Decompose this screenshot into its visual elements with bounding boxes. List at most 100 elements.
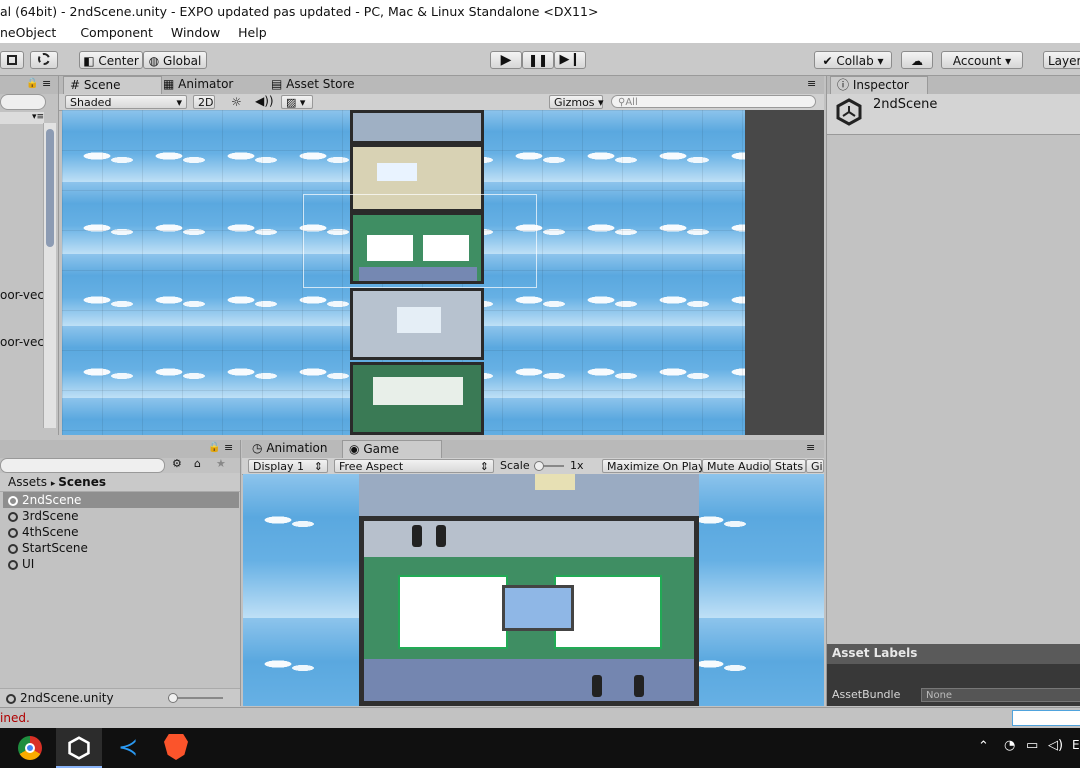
gizmos-dropdown[interactable]: Gizmos ▾: [549, 95, 604, 109]
chrome-icon[interactable]: [18, 736, 42, 760]
rect-tool-icon: [7, 55, 17, 65]
game-gizmos-dropdown[interactable]: Gi: [806, 459, 824, 473]
chevron-up-icon[interactable]: ⌃: [978, 739, 989, 754]
hierarchy-create-dropdown[interactable]: ▾≡: [0, 112, 44, 124]
language-indicator[interactable]: E: [1072, 738, 1080, 752]
panel-menu-icon[interactable]: ≡: [807, 77, 816, 90]
hierarchy-item[interactable]: oor-vec: [0, 288, 44, 302]
tag-icon[interactable]: ⌂: [194, 457, 201, 470]
tab-game[interactable]: ◉ Game: [342, 440, 442, 458]
menu-icon[interactable]: ≡: [42, 77, 51, 90]
unity-logo-icon: [835, 98, 863, 126]
audio-icon[interactable]: ◀)): [255, 94, 274, 108]
tab-inspector[interactable]: ⓘ Inspector: [830, 76, 928, 94]
slider-thumb[interactable]: [168, 693, 178, 703]
space-global-toggle[interactable]: ◍ Global: [143, 51, 207, 69]
display-label: Display 1: [253, 460, 305, 473]
window-decor: [373, 377, 463, 405]
window-title-bar: al (64bit) - 2ndScene.unity - EXPO updat…: [0, 0, 1080, 23]
account-dropdown[interactable]: Account ▾: [941, 51, 1023, 69]
menu-window[interactable]: Window: [171, 25, 220, 40]
shading-dropdown[interactable]: Shaded ▾: [65, 95, 187, 109]
unity-scene-icon: [8, 528, 18, 538]
display-dropdown[interactable]: Display 1 ⇕: [248, 459, 328, 473]
scene-viewport[interactable]: [62, 110, 745, 435]
wifi-icon[interactable]: ◔: [1004, 738, 1015, 753]
tab-asset-store[interactable]: ▤ Asset Store: [265, 76, 361, 93]
stats-toggle[interactable]: Stats: [770, 459, 806, 473]
2d-label: 2D: [198, 96, 214, 109]
battery-icon[interactable]: ▭: [1026, 738, 1038, 753]
collab-label: Collab: [836, 54, 874, 68]
list-item[interactable]: StartScene: [8, 540, 88, 556]
stats-label: Stats: [775, 460, 804, 473]
scene-tab-icon: #: [70, 78, 81, 92]
asset-bundle-dropdown[interactable]: None: [921, 688, 1080, 702]
play-button[interactable]: ▶: [490, 51, 522, 69]
aspect-label: Free Aspect: [339, 460, 404, 473]
icon-size-slider[interactable]: [168, 693, 223, 703]
building-floor: [350, 362, 484, 435]
account-label: Account: [952, 54, 1002, 68]
list-item[interactable]: 3rdScene: [8, 508, 79, 524]
breadcrumb-current[interactable]: Scenes: [58, 475, 106, 489]
status-message[interactable]: ined.: [0, 711, 30, 725]
panel-menu-icon[interactable]: ≡: [806, 441, 815, 454]
gizmos-label: Gizmos: [554, 96, 595, 109]
game-tab-bar: ◷ Animation ◉ Game ≡: [242, 440, 824, 458]
cloud-button[interactable]: ☁: [901, 51, 933, 69]
breadcrumb-root[interactable]: Assets: [8, 475, 47, 489]
volume-icon[interactable]: ◁): [1048, 738, 1063, 753]
pivot-center-toggle[interactable]: ◧ Center: [79, 51, 143, 69]
game-viewport[interactable]: [243, 474, 824, 706]
layers-label: Layer: [1048, 54, 1080, 68]
2d-toggle[interactable]: 2D: [193, 95, 215, 109]
project-search-input[interactable]: [0, 458, 165, 473]
aspect-dropdown[interactable]: Free Aspect ⇕: [334, 459, 494, 473]
asset-labels-header[interactable]: Asset Labels: [827, 644, 1080, 664]
rect-tool-button[interactable]: [0, 51, 24, 69]
hierarchy-scrollbar[interactable]: [43, 123, 56, 428]
list-item-label: StartScene: [22, 541, 88, 555]
scale-slider[interactable]: [534, 461, 564, 471]
brave-icon[interactable]: [164, 734, 188, 760]
mute-audio-toggle[interactable]: Mute Audio: [702, 459, 770, 473]
scene-toolbar: Shaded ▾ 2D ☼ ◀)) ▨ ▾ Gizmos ▾ ⚲All: [59, 94, 824, 111]
scrollbar-thumb[interactable]: [46, 129, 54, 247]
light-icon[interactable]: ☼: [231, 95, 242, 109]
unity-taskbar-button[interactable]: [56, 728, 102, 768]
pause-button[interactable]: ❚❚: [522, 51, 554, 69]
game-toolbar: Display 1 ⇕ Free Aspect ⇕ Scale 1x Maximiz…: [242, 458, 824, 475]
vscode-icon[interactable]: ≺: [115, 734, 141, 760]
list-item[interactable]: 2ndScene: [8, 492, 81, 508]
step-button[interactable]: ▶❙: [554, 51, 586, 69]
effects-dropdown[interactable]: ▨ ▾: [281, 95, 313, 109]
transform-tool-button[interactable]: [30, 51, 58, 69]
list-item[interactable]: 4thScene: [8, 524, 79, 540]
hierarchy-item[interactable]: oor-vec: [0, 335, 44, 349]
layers-dropdown[interactable]: Layer: [1043, 51, 1080, 69]
scene-search-input[interactable]: ⚲All: [611, 95, 816, 108]
filter-type-icon[interactable]: ⚙: [172, 457, 182, 470]
collab-dropdown[interactable]: ✔ Collab ▾: [814, 51, 892, 69]
scale-label: Scale: [500, 459, 530, 472]
slider-thumb[interactable]: [534, 461, 544, 471]
gamepad-icon: ◉: [349, 442, 360, 456]
tab-animator[interactable]: ▦ Animator: [157, 76, 239, 93]
hierarchy-panel: 🔒 ≡ ▾≡ oor-vec oor-vec: [0, 76, 59, 435]
menu-component[interactable]: Component: [80, 25, 153, 40]
shading-label: Shaded: [70, 96, 112, 109]
lock-icon[interactable]: 🔒: [26, 78, 38, 89]
hierarchy-search-input[interactable]: [0, 94, 46, 110]
space-label: Global: [163, 54, 202, 68]
lock-icon[interactable]: 🔒: [208, 442, 220, 453]
menu-help[interactable]: Help: [238, 25, 267, 40]
tab-animation[interactable]: ◷ Animation: [246, 440, 334, 457]
menu-gameobject[interactable]: neObject: [0, 25, 56, 40]
list-item[interactable]: UI: [8, 556, 34, 572]
tab-scene[interactable]: # Scene: [63, 76, 162, 94]
hierarchy-tab-bar: 🔒 ≡: [0, 76, 58, 94]
maximize-on-play-toggle[interactable]: Maximize On Play: [602, 459, 705, 473]
menu-icon[interactable]: ≡: [224, 441, 233, 454]
star-icon[interactable]: ★: [216, 457, 226, 470]
